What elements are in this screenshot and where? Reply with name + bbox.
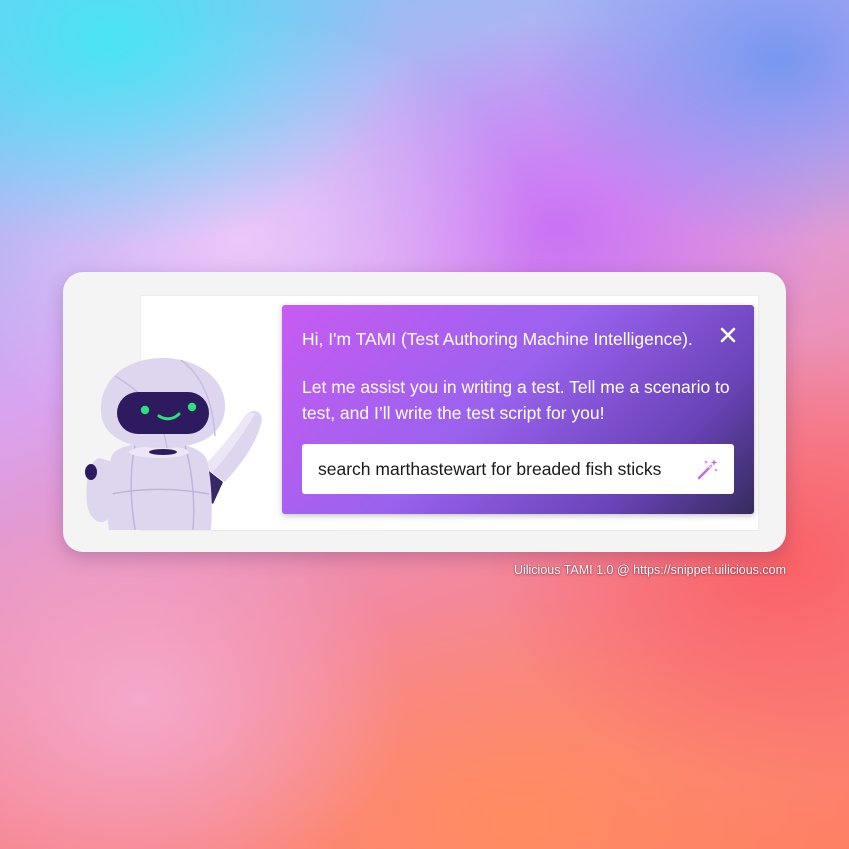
robot-mascot-icon xyxy=(85,354,265,530)
tami-widget-card: Hi, I'm TAMI (Test Authoring Machine Int… xyxy=(63,272,786,552)
tami-dialog: Hi, I'm TAMI (Test Authoring Machine Int… xyxy=(282,305,754,514)
app-caption: Uilicious TAMI 1.0 @ https://snippet.uil… xyxy=(513,563,786,577)
generate-test-button[interactable] xyxy=(696,457,720,481)
instruction-text: Let me assist you in writing a test. Tel… xyxy=(302,377,730,423)
scenario-input[interactable] xyxy=(302,444,692,494)
close-icon xyxy=(720,327,736,343)
greeting-text: Hi, I'm TAMI (Test Authoring Machine Int… xyxy=(302,329,693,349)
magic-wand-icon xyxy=(697,459,718,480)
close-button[interactable] xyxy=(716,323,740,347)
scenario-prompt-box xyxy=(302,444,734,494)
